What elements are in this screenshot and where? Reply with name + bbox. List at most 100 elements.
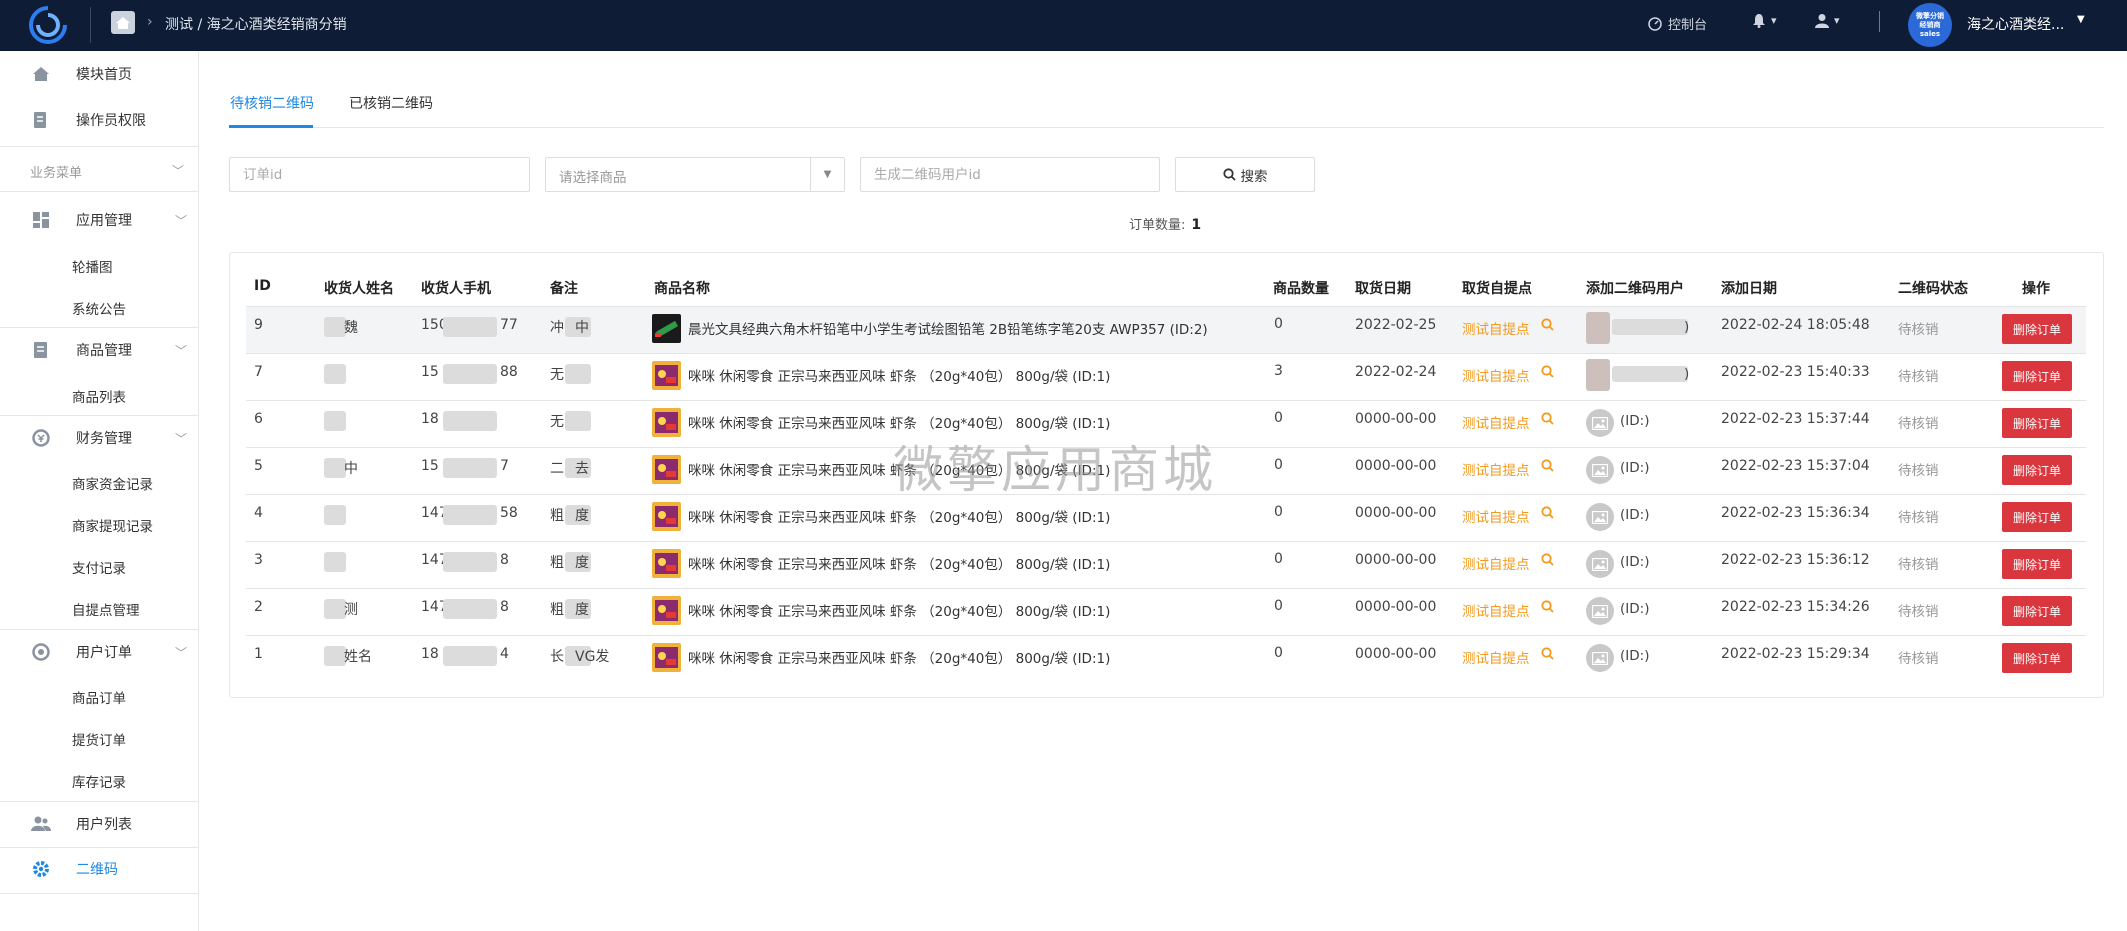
product-select[interactable]: 请选择商品 ▼ bbox=[545, 157, 845, 192]
product-thumbnail[interactable] bbox=[652, 314, 681, 343]
product-thumbnail[interactable] bbox=[652, 455, 681, 484]
column-header: 二维码状态 bbox=[1898, 281, 1968, 297]
goods-icon bbox=[30, 339, 52, 361]
product-thumbnail[interactable] bbox=[652, 596, 681, 625]
product-thumbnail[interactable] bbox=[652, 361, 681, 390]
product-quantity: 0 bbox=[1274, 316, 1283, 332]
pickup-date: 2022-02-25 bbox=[1355, 317, 1437, 333]
home-icon[interactable] bbox=[111, 11, 135, 34]
topbar-divider bbox=[90, 7, 91, 43]
search-icon[interactable] bbox=[1541, 600, 1554, 617]
delete-order-button[interactable]: 删除订单 bbox=[2002, 643, 2072, 673]
pickpoint-link[interactable]: 测试自提点 bbox=[1462, 506, 1530, 526]
sidebar-subitem-stock-records[interactable]: 库存记录 bbox=[72, 771, 126, 791]
pickpoint-link[interactable]: 测试自提点 bbox=[1462, 365, 1530, 385]
product-quantity: 0 bbox=[1274, 551, 1283, 567]
app-logo[interactable] bbox=[26, 5, 70, 45]
users-icon bbox=[30, 813, 52, 835]
delete-order-button[interactable]: 删除订单 bbox=[2002, 502, 2072, 532]
search-icon[interactable] bbox=[1541, 553, 1554, 570]
delete-order-button[interactable]: 删除订单 bbox=[2002, 596, 2072, 626]
product-name[interactable]: 咪咪 休闲零食 正宗马来西亚风味 虾条 （20g*40包） 800g/袋 (ID… bbox=[688, 553, 1110, 573]
breadcrumb[interactable]: 测试 / 海之心酒类经销商分销 bbox=[165, 14, 347, 34]
sidebar-subitem-notice[interactable]: 系统公告 bbox=[72, 298, 126, 318]
search-icon[interactable] bbox=[1541, 365, 1554, 382]
product-thumbnail[interactable] bbox=[652, 549, 681, 578]
sidebar-subitem-pickup-orders[interactable]: 提货订单 bbox=[72, 729, 126, 749]
avatar[interactable]: 微擎分销 经销商 sales bbox=[1908, 3, 1952, 47]
delete-order-button[interactable]: 删除订单 bbox=[2002, 361, 2072, 391]
delete-order-button[interactable]: 删除订单 bbox=[2002, 314, 2072, 344]
pickup-date: 0000-00-00 bbox=[1355, 552, 1437, 568]
sidebar-item-user-orders[interactable]: 用户订单 ﹀ bbox=[0, 641, 199, 663]
remark: 粗 bbox=[550, 602, 564, 618]
qr-user-id: ) bbox=[1684, 366, 1690, 382]
pickpoint-link[interactable]: 测试自提点 bbox=[1462, 600, 1530, 620]
image-placeholder-icon bbox=[1586, 597, 1614, 625]
masked-text bbox=[443, 364, 497, 384]
product-name[interactable]: 晨光文具经典六角木杆铅笔中小学生考试绘图铅笔 2B铅笔练字笔20支 AWP357… bbox=[688, 318, 1208, 338]
image-placeholder-icon bbox=[1586, 409, 1614, 437]
shop-name[interactable]: 海之心酒类经... bbox=[1967, 14, 2064, 34]
product-thumbnail[interactable] bbox=[652, 643, 681, 672]
pickpoint-link[interactable]: 测试自提点 bbox=[1462, 318, 1530, 338]
qr-status: 待核销 bbox=[1898, 510, 1939, 526]
apps-icon bbox=[30, 209, 52, 231]
search-icon[interactable] bbox=[1541, 412, 1554, 429]
pickup-date: 0000-00-00 bbox=[1355, 458, 1437, 474]
product-name[interactable]: 咪咪 休闲零食 正宗马来西亚风味 虾条 （20g*40包） 800g/袋 (ID… bbox=[688, 506, 1110, 526]
tab-verified-qrcode[interactable]: 已核销二维码 bbox=[349, 93, 433, 113]
product-thumbnail[interactable] bbox=[652, 408, 681, 437]
sidebar-item-app-management[interactable]: 应用管理 ﹀ bbox=[0, 209, 199, 231]
pickpoint-link[interactable]: 测试自提点 bbox=[1462, 412, 1530, 432]
delete-order-button[interactable]: 删除订单 bbox=[2002, 408, 2072, 438]
column-header: 商品名称 bbox=[654, 281, 710, 297]
recipient-phone-end: 4 bbox=[500, 646, 509, 662]
search-icon[interactable] bbox=[1541, 506, 1554, 523]
sidebar-item-qrcode[interactable]: 二维码 bbox=[0, 858, 199, 880]
product-name[interactable]: 咪咪 休闲零食 正宗马来西亚风味 虾条 （20g*40包） 800g/袋 (ID… bbox=[688, 365, 1110, 385]
add-date: 2022-02-23 15:36:12 bbox=[1721, 552, 1870, 568]
delete-order-button[interactable]: 删除订单 bbox=[2002, 455, 2072, 485]
sidebar-item-module-home[interactable]: 模块首页 bbox=[0, 63, 199, 85]
masked-text bbox=[443, 599, 497, 619]
user-menu[interactable]: ▾ bbox=[1815, 13, 1840, 28]
sidebar-item-goods-management[interactable]: 商品管理 ﹀ bbox=[0, 339, 199, 361]
search-icon[interactable] bbox=[1541, 459, 1554, 476]
pickpoint-link[interactable]: 测试自提点 bbox=[1462, 647, 1530, 667]
masked-text bbox=[324, 364, 346, 384]
sidebar-subitem-banner[interactable]: 轮播图 bbox=[72, 256, 113, 276]
product-thumbnail[interactable] bbox=[652, 502, 681, 531]
pickpoint-link[interactable]: 测试自提点 bbox=[1462, 553, 1530, 573]
search-icon[interactable] bbox=[1541, 647, 1554, 664]
sidebar-item-user-list[interactable]: 用户列表 bbox=[0, 813, 199, 835]
console-link[interactable]: 控制台 bbox=[1648, 14, 1707, 33]
sidebar-group-toggle[interactable]: ﹀ bbox=[0, 162, 199, 178]
sidebar-subitem-merchant-withdraw[interactable]: 商家提现记录 bbox=[72, 515, 153, 535]
sidebar-item-operator-permission[interactable]: 操作员权限 bbox=[0, 109, 199, 131]
remark-end: VG发 bbox=[575, 649, 610, 665]
search-icon[interactable] bbox=[1541, 318, 1554, 335]
caret-down-icon[interactable]: ▼ bbox=[2077, 14, 2085, 25]
order-id-input[interactable] bbox=[229, 157, 530, 192]
notification-menu[interactable]: ▾ bbox=[1752, 13, 1777, 28]
delete-order-button[interactable]: 删除订单 bbox=[2002, 549, 2072, 579]
sidebar-subitem-goods-list[interactable]: 商品列表 bbox=[72, 386, 126, 406]
caret-down-icon[interactable]: ▼ bbox=[810, 158, 844, 191]
sidebar-subitem-payment-records[interactable]: 支付记录 bbox=[72, 557, 126, 577]
qr-user-id-input[interactable] bbox=[860, 157, 1160, 192]
pickpoint-link[interactable]: 测试自提点 bbox=[1462, 459, 1530, 479]
masked-text bbox=[324, 552, 346, 572]
sidebar-subitem-merchant-funds[interactable]: 商家资金记录 bbox=[72, 473, 153, 493]
product-name[interactable]: 咪咪 休闲零食 正宗马来西亚风味 虾条 （20g*40包） 800g/袋 (ID… bbox=[688, 600, 1110, 620]
masked-text bbox=[324, 646, 346, 666]
sidebar-item-finance-management[interactable]: 财务管理 ﹀ bbox=[0, 427, 199, 449]
sidebar-subitem-pickpoint-management[interactable]: 自提点管理 bbox=[72, 599, 140, 619]
tab-pending-qrcode[interactable]: 待核销二维码 bbox=[230, 93, 314, 113]
product-name[interactable]: 咪咪 休闲零食 正宗马来西亚风味 虾条 （20g*40包） 800g/袋 (ID… bbox=[688, 412, 1110, 432]
sidebar-subitem-goods-orders[interactable]: 商品订单 bbox=[72, 687, 126, 707]
product-name[interactable]: 咪咪 休闲零食 正宗马来西亚风味 虾条 （20g*40包） 800g/袋 (ID… bbox=[688, 647, 1110, 667]
masked-text bbox=[443, 411, 497, 431]
search-button[interactable]: 搜索 bbox=[1175, 157, 1315, 192]
caret-down-icon: ▾ bbox=[1834, 14, 1840, 27]
